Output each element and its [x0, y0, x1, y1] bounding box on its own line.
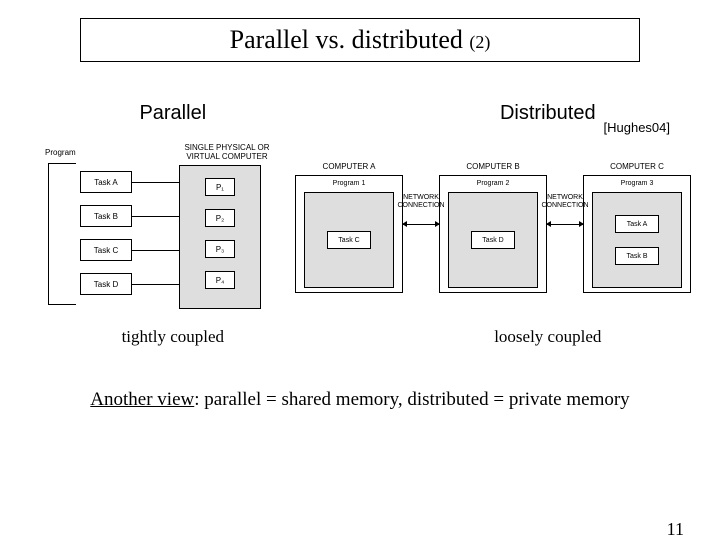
- footer-prefix: Another view: [90, 389, 194, 410]
- cpu-box: P₁: [205, 178, 235, 196]
- task-box: Task C: [80, 239, 132, 261]
- computer-outer: Program 1 Task C: [295, 175, 403, 293]
- computer-label: SINGLE PHYSICAL OR VIRTUAL COMPUTER: [177, 143, 277, 161]
- cpu-box: P₄: [205, 271, 235, 289]
- computer-label: COMPUTER B: [439, 162, 547, 171]
- connector-line: [132, 216, 179, 217]
- caption-row: tightly coupled loosely coupled: [0, 327, 720, 347]
- program-label: Program 3: [584, 180, 690, 187]
- distributed-diagram: COMPUTER A Program 1 Task C COMPUTER B P…: [295, 144, 695, 319]
- computer-c: COMPUTER C Program 3 Task A Task B: [583, 162, 691, 293]
- task-box: Task B: [80, 205, 132, 227]
- heading-parallel: Parallel: [0, 102, 346, 125]
- program-label: Program 1: [296, 180, 402, 187]
- footer-note: Another view: parallel = shared memory, …: [0, 389, 720, 411]
- diagram-row: Program SINGLE PHYSICAL OR VIRTUAL COMPU…: [0, 143, 720, 319]
- caption-distributed: loosely coupled: [346, 327, 720, 347]
- network-label: NETWORK CONNECTION: [540, 194, 590, 209]
- connector-line: [132, 250, 179, 251]
- task-box: Task C: [327, 231, 371, 249]
- computer-label: COMPUTER C: [583, 162, 691, 171]
- computer-label: COMPUTER A: [295, 162, 403, 171]
- bracket-icon: [48, 163, 76, 305]
- computer-outer: Program 2 Task D: [439, 175, 547, 293]
- computer-inner: Task D: [448, 192, 538, 288]
- connector-line: [132, 284, 179, 285]
- computer-inner: Task A Task B: [592, 192, 682, 288]
- arrow-icon: [547, 224, 583, 225]
- cpu-container: P₁ P₂ P₃ P₄: [179, 165, 261, 309]
- page-number: 11: [667, 519, 684, 540]
- citation: [Hughes04]: [604, 120, 671, 135]
- task-box: Task D: [80, 273, 132, 295]
- arrow-icon: [403, 224, 439, 225]
- program-label: Program 2: [440, 180, 546, 187]
- program-label: Program: [45, 148, 76, 157]
- computer-outer: Program 3 Task A Task B: [583, 175, 691, 293]
- cpu-box: P₃: [205, 240, 235, 258]
- connector-line: [132, 182, 179, 183]
- caption-parallel: tightly coupled: [0, 327, 346, 347]
- parallel-diagram: Program SINGLE PHYSICAL OR VIRTUAL COMPU…: [45, 143, 280, 318]
- computer-b: COMPUTER B Program 2 Task D: [439, 162, 547, 293]
- task-box: Task B: [615, 247, 659, 265]
- task-box: Task D: [471, 231, 515, 249]
- network-label: NETWORK CONNECTION: [396, 194, 446, 209]
- computer-inner: Task C: [304, 192, 394, 288]
- computer-a: COMPUTER A Program 1 Task C: [295, 162, 403, 293]
- cpu-box: P₂: [205, 209, 235, 227]
- task-box: Task A: [615, 215, 659, 233]
- slide-title: Parallel vs. distributed (2): [80, 18, 640, 62]
- title-sub: (2): [469, 32, 490, 52]
- footer-rest: : parallel = shared memory, distributed …: [194, 389, 629, 410]
- task-box: Task A: [80, 171, 132, 193]
- task-boxes: Task A Task B Task C Task D: [80, 171, 132, 307]
- title-main: Parallel vs. distributed: [230, 25, 470, 54]
